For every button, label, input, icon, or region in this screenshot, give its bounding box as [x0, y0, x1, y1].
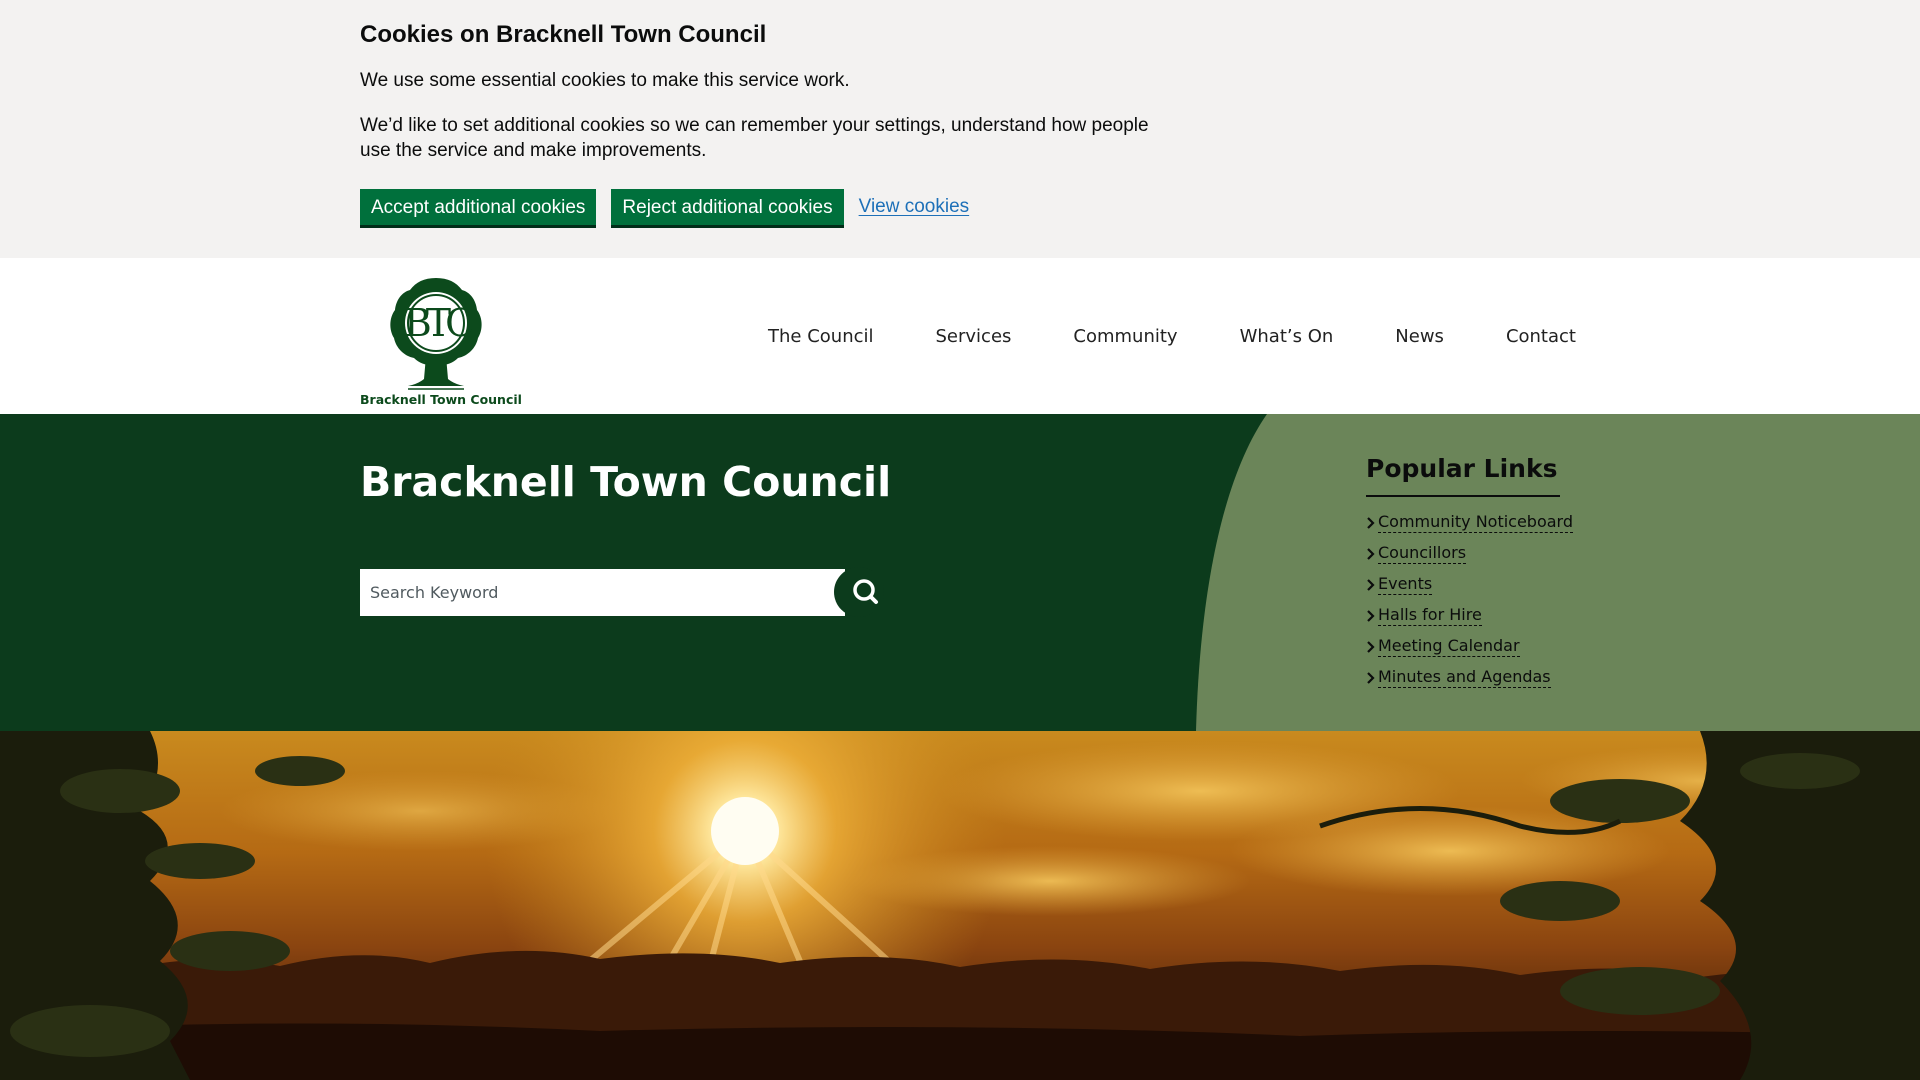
search-button[interactable]	[834, 567, 884, 617]
list-item: Halls for Hire	[1366, 600, 1560, 631]
view-cookies-link[interactable]: View cookies	[859, 196, 970, 218]
nav-item-contact[interactable]: Contact	[1506, 326, 1576, 347]
chevron-right-icon	[1367, 547, 1375, 560]
chevron-right-icon	[1367, 516, 1375, 529]
popular-link-minutes-and-agendas[interactable]: Minutes and Agendas	[1378, 667, 1551, 688]
site-logo[interactable]: BTC Bracknell Town Council	[360, 276, 522, 407]
hero-sunset-image	[0, 731, 1920, 1080]
nav-item-the-council[interactable]: The Council	[768, 326, 874, 347]
popular-links: Popular Links Community Noticeboard Coun…	[1366, 454, 1574, 693]
nav-item-services[interactable]: Services	[936, 326, 1012, 347]
search-input[interactable]	[360, 569, 845, 616]
list-item: Minutes and Agendas	[1366, 662, 1560, 693]
popular-link-community-noticeboard[interactable]: Community Noticeboard	[1378, 512, 1574, 533]
popular-link-meeting-calendar[interactable]: Meeting Calendar	[1378, 636, 1520, 657]
cookie-banner-text-additional: We’d like to set additional cookies so w…	[360, 115, 1149, 161]
chevron-right-icon	[1367, 671, 1375, 684]
popular-link-halls-for-hire[interactable]: Halls for Hire	[1378, 605, 1482, 626]
sunset-landscape-image	[0, 731, 1920, 1080]
list-item: Meeting Calendar	[1366, 631, 1560, 662]
list-item: Councillors	[1366, 538, 1560, 569]
nav-item-community[interactable]: Community	[1073, 326, 1177, 347]
accept-cookies-button[interactable]: Accept additional cookies	[360, 189, 597, 225]
cookie-banner-actions: Accept additional cookies Reject additio…	[360, 189, 1160, 225]
chevron-right-icon	[1367, 609, 1375, 622]
list-item: Community Noticeboard	[1366, 507, 1574, 538]
hero-title: Bracknell Town Council	[360, 458, 892, 506]
nav-item-whats-on[interactable]: What’s On	[1240, 326, 1334, 347]
cookie-banner-title: Cookies on Bracknell Town Council	[360, 21, 767, 48]
popular-links-title: Popular Links	[1366, 454, 1560, 497]
tree-logo-icon: BTC	[390, 278, 482, 390]
popular-link-councillors[interactable]: Councillors	[1378, 543, 1467, 564]
reject-cookies-button[interactable]: Reject additional cookies	[611, 189, 844, 225]
cookie-banner: Cookies on Bracknell Town Council We use…	[0, 0, 1920, 258]
popular-links-panel-background	[1196, 414, 1920, 731]
svg-text:BTC: BTC	[404, 301, 472, 345]
popular-link-events[interactable]: Events	[1378, 574, 1433, 595]
main-navigation: The Council Services Community What’s On…	[768, 326, 1576, 347]
chevron-right-icon	[1367, 578, 1375, 591]
hero-section: Bracknell Town Council Popular Links Com…	[0, 414, 1920, 731]
nav-item-news[interactable]: News	[1395, 326, 1444, 347]
cookie-banner-text-essential: We use some essential cookies to make th…	[360, 70, 850, 91]
search-icon	[853, 579, 878, 604]
chevron-right-icon	[1367, 640, 1375, 653]
list-item: Events	[1366, 569, 1560, 600]
cookie-banner-content: Cookies on Bracknell Town Council We use…	[360, 20, 1160, 225]
site-logo-text: Bracknell Town Council	[360, 392, 522, 407]
popular-links-list: Community Noticeboard Councillors Events…	[1366, 507, 1574, 693]
site-header: BTC Bracknell Town Council The Council S…	[0, 258, 1920, 414]
